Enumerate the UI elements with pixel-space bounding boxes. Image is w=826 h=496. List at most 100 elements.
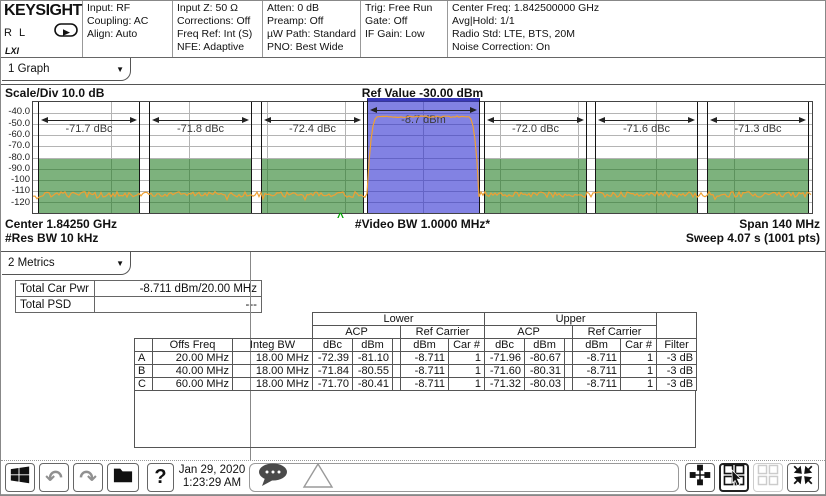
metric-value: --- <box>95 297 262 313</box>
acp-value: 18.00 MHz <box>233 352 313 365</box>
help-button[interactable]: ? <box>147 463 174 492</box>
acp-table-empty-area <box>134 391 696 448</box>
acp-subhead: Ref Carrier <box>573 326 657 339</box>
acp-value: -71.60 <box>485 365 525 378</box>
header-info-line: Freq Ref: Int (S) <box>177 28 258 41</box>
grid-icon <box>757 464 779 491</box>
acp-cell <box>135 313 313 326</box>
video-bw[interactable]: #Video BW 1.0000 MHz* <box>32 217 813 231</box>
spectrum-plot[interactable]: -71.7 dBc-71.8 dBc-72.4 dBc-72.0 dBc-71.… <box>32 101 813 214</box>
redo-button[interactable]: ↷ <box>73 463 103 492</box>
acp-row-B: B40.00 MHz18.00 MHz-71.84-80.55-8.7111-7… <box>135 365 697 378</box>
acp-col-head: Car # <box>449 339 485 352</box>
file-explorer-button[interactable] <box>107 463 139 492</box>
acp-col-head: dBc <box>485 339 525 352</box>
metric-label: Total PSD <box>16 297 95 313</box>
folder-icon <box>112 465 134 490</box>
y-tick-label: -50.0 <box>3 119 30 129</box>
acp-value: -80.67 <box>525 352 565 365</box>
acp-header-row: Offs FreqInteg BWdBcdBmdBmCar #dBcdBmdBm… <box>135 339 697 352</box>
undo-button[interactable]: ↶ <box>39 463 69 492</box>
acp-value: -3 dB <box>657 378 697 391</box>
acp-col-head: dBm <box>525 339 565 352</box>
acp-value: -8.711 <box>401 378 449 391</box>
windows-logo-icon <box>9 464 31 491</box>
graph-view-selector[interactable]: 1 Graph ▼ <box>2 58 131 81</box>
span[interactable]: Span 140 MHz <box>739 217 820 231</box>
sequence-view-button[interactable] <box>685 463 715 492</box>
acp-col-head <box>135 339 153 352</box>
acp-value <box>393 378 401 391</box>
touch-arrange-button[interactable] <box>719 463 749 492</box>
acp-value <box>565 378 573 391</box>
hand-on-windows-icon <box>723 464 745 491</box>
acp-value: -81.10 <box>353 352 393 365</box>
acp-value: 1 <box>449 365 485 378</box>
metrics-row: Total Car Pwr-8.711 dBm/20.00 MHz <box>16 281 262 297</box>
y-tick-label: -110 <box>3 186 30 196</box>
acp-value: 18.00 MHz <box>233 378 313 391</box>
metric-label: Total Car Pwr <box>16 281 95 297</box>
acp-header-row: ACPRef CarrierACPRef Carrier <box>135 326 697 339</box>
metrics-view-selector[interactable]: 2 Metrics ▼ <box>2 252 131 275</box>
acp-row-id: B <box>135 365 153 378</box>
date-text: Jan 29, 2020 <box>178 464 246 477</box>
header-info-line: Preamp: Off <box>267 15 356 28</box>
acp-value: -80.55 <box>353 365 393 378</box>
acp-value <box>393 365 401 378</box>
acp-row-id: A <box>135 352 153 365</box>
acp-value <box>393 352 401 365</box>
acp-row-id: C <box>135 378 153 391</box>
acp-col-head: dBm <box>573 339 621 352</box>
acp-value: -80.03 <box>525 378 565 391</box>
header-info-column-3: Atten: 0 dBPreamp: OffµW Path: StandardP… <box>263 1 361 57</box>
acp-filter-head-spacer <box>657 313 697 339</box>
header-info-line: µW Path: Standard <box>267 28 356 41</box>
flowchart-icon <box>689 464 711 491</box>
header-info-line: IF Gain: Low <box>365 28 443 41</box>
acp-results-panel: LowerUpperACPRef CarrierACPRef CarrierOf… <box>134 312 696 448</box>
acp-value: -3 dB <box>657 352 697 365</box>
acp-value: 1 <box>449 352 485 365</box>
acp-col-head: dBc <box>313 339 353 352</box>
acp-value: -8.711 <box>573 365 621 378</box>
res-bw[interactable]: #Res BW 10 kHz <box>5 231 98 245</box>
acp-value: -8.711 <box>401 352 449 365</box>
y-tick-label: -40.0 <box>3 107 30 117</box>
acp-subhead: ACP <box>485 326 573 339</box>
acp-subhead: Ref Carrier <box>401 326 485 339</box>
acp-value: -80.31 <box>525 365 565 378</box>
header-info-column-4: Trig: Free RunGate: OffIF Gain: Low <box>361 1 448 57</box>
acp-cell <box>135 326 313 339</box>
help-icon: ? <box>154 466 166 489</box>
window-grid-button <box>753 463 783 492</box>
acp-value <box>565 352 573 365</box>
header-info-line: Atten: 0 dB <box>267 2 356 15</box>
brand-panel: KEYSIGHT R L LXI <box>1 1 83 57</box>
acp-value: -71.96 <box>485 352 525 365</box>
redo-icon: ↷ <box>79 468 97 488</box>
clock: Jan 29, 2020 1:23:29 AM <box>178 464 246 490</box>
windows-start-button[interactable] <box>5 463 35 492</box>
acp-value: 20.00 MHz <box>153 352 233 365</box>
sweep-time[interactable]: Sweep 4.07 s (1001 pts) <box>686 231 820 245</box>
header-info-column-1: Input: RFCoupling: ACAlign: Auto <box>83 1 173 57</box>
acp-row-C: C60.00 MHz18.00 MHz-71.70-80.41-8.7111-7… <box>135 378 697 391</box>
status-header: KEYSIGHT R L LXI Input: RFCoupling: ACAl… <box>1 1 826 58</box>
acp-value: 60.00 MHz <box>153 378 233 391</box>
status-message-bar[interactable] <box>249 463 679 492</box>
chevron-down-icon: ▼ <box>116 65 124 74</box>
collapse-fullscreen-button[interactable] <box>787 463 819 492</box>
header-info-column-5: Center Freq: 1.842500000 GHzAvg|Hold: 1/… <box>448 1 826 57</box>
rl-mode-label: R L <box>4 27 27 39</box>
system-message-icon <box>256 462 296 493</box>
acp-table: LowerUpperACPRef CarrierACPRef CarrierOf… <box>134 312 697 391</box>
acp-group-upper: Upper <box>485 313 657 326</box>
acp-col-head <box>565 339 573 352</box>
lxi-badge: LXI <box>5 46 19 56</box>
y-tick-label: -60.0 <box>3 130 30 140</box>
y-tick-label: -70.0 <box>3 141 30 151</box>
acp-value: -8.711 <box>573 352 621 365</box>
header-info-line: Input Z: 50 Ω <box>177 2 258 15</box>
y-tick-label: -120 <box>3 198 30 208</box>
